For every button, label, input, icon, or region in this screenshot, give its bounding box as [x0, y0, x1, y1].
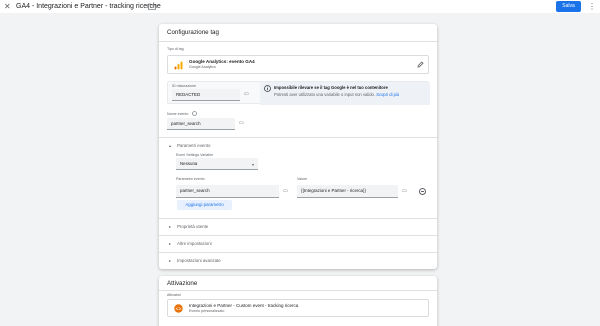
help-icon[interactable] [192, 111, 197, 116]
variable-picker-icon[interactable]: ▭ [283, 188, 288, 194]
save-button[interactable]: Salva [556, 1, 581, 12]
tag-type-sub: Google Analytics [189, 65, 216, 69]
param-column-label: Parametro evento [176, 177, 205, 181]
learn-more-link[interactable]: Scopri di più [376, 92, 399, 97]
top-bar: ✕ GA4 - Integrazioni e Partner - trackin… [0, 0, 600, 13]
advanced-settings-section[interactable]: ▸ Impostazioni avanzate [159, 252, 437, 269]
triggering-card: Attivazione Attivatori <> Integrazioni e… [159, 276, 437, 326]
google-analytics-icon [174, 61, 183, 70]
folder-icon[interactable] [148, 3, 156, 10]
info-circle-icon [264, 85, 271, 92]
triggers-label: Attivatori [167, 293, 181, 297]
event-name-value: partner_search [171, 121, 201, 126]
param-value-value: {{Integrazioni e Partner - ricerca}} [301, 188, 366, 193]
info-body: Potresti aver utilizzato una variabile o… [274, 92, 399, 97]
other-settings-section[interactable]: ▸ Altre impostazioni [159, 235, 437, 252]
info-alert: Impossibile rilevare se il tag Google è … [260, 82, 430, 105]
section-title: Impostazioni avanzate [177, 258, 221, 263]
section-heading: Attivazione [167, 280, 198, 287]
event-settings-label: Event Settings Variable [176, 153, 214, 157]
chevron-right-icon: ▸ [169, 241, 172, 246]
section-title: Altre impostazioni [177, 241, 212, 246]
trigger-item[interactable]: <> Integrazioni e Partner - Custom event… [167, 299, 429, 317]
more-options-icon[interactable]: ⋮ [588, 2, 596, 11]
section-heading: Configurazione tag [167, 29, 219, 36]
param-name-input[interactable]: partner_search [176, 185, 279, 198]
measurement-row: ID misurazione REDACTED ▭ Impossibile ri… [167, 81, 430, 105]
svg-text:<>: <> [176, 306, 182, 312]
variable-picker-icon[interactable]: ▭ [244, 91, 249, 97]
trigger-name: Integrazioni e Partner - Custom event - … [189, 303, 299, 308]
custom-event-trigger-icon: <> [174, 304, 183, 313]
add-parameter-button[interactable]: Aggiungi parametro [177, 200, 232, 210]
tag-type-name: Google Analytics: evento GA4 [189, 59, 255, 64]
info-body-text: Potresti aver utilizzato una variabile o… [274, 92, 376, 97]
info-title: Impossibile rilevare se il tag Google è … [274, 85, 388, 90]
measurement-id-value: REDACTED [176, 92, 201, 97]
trigger-type: Evento personalizzato [189, 309, 225, 313]
event-params-section[interactable]: ▴ Parametri evento [159, 137, 437, 154]
event-name-label: Nome evento [167, 112, 189, 116]
variable-picker-icon[interactable]: ▭ [402, 188, 407, 194]
chevron-right-icon: ▸ [169, 258, 172, 263]
edit-pencil-icon[interactable] [417, 61, 424, 68]
value-column-label: Valore [297, 177, 308, 181]
user-properties-section[interactable]: ▸ Proprietà utente [159, 218, 437, 235]
chevron-right-icon: ▸ [169, 224, 172, 229]
measurement-id-input[interactable]: REDACTED [172, 89, 240, 101]
tag-configuration-card: Configurazione tag Tipo di tag Google An… [159, 24, 437, 269]
divider [159, 41, 437, 42]
variable-picker-icon[interactable]: ▭ [239, 120, 244, 126]
event-name-input[interactable]: partner_search [167, 118, 235, 130]
event-settings-select[interactable]: Nessuna ▾ [176, 158, 258, 170]
section-title: Proprietà utente [177, 224, 209, 229]
remove-row-icon[interactable] [419, 188, 426, 195]
section-title: Parametri evento [177, 143, 211, 148]
param-name-value: partner_search [180, 188, 210, 193]
param-value-input[interactable]: {{Integrazioni e Partner - ricerca}} [297, 185, 398, 198]
page-title: GA4 - Integrazioni e Partner - tracking … [16, 3, 161, 10]
dropdown-arrow-icon: ▾ [251, 162, 254, 167]
tag-type-label: Tipo di tag [167, 47, 184, 51]
measurement-id-label: ID misurazione [172, 84, 196, 88]
divider [159, 290, 437, 291]
chevron-up-icon: ▴ [169, 143, 172, 148]
tag-type-selector[interactable]: Google Analytics: evento GA4 Google Anal… [167, 55, 429, 74]
event-settings-value: Nessuna [180, 161, 198, 166]
close-icon[interactable]: ✕ [4, 2, 11, 11]
